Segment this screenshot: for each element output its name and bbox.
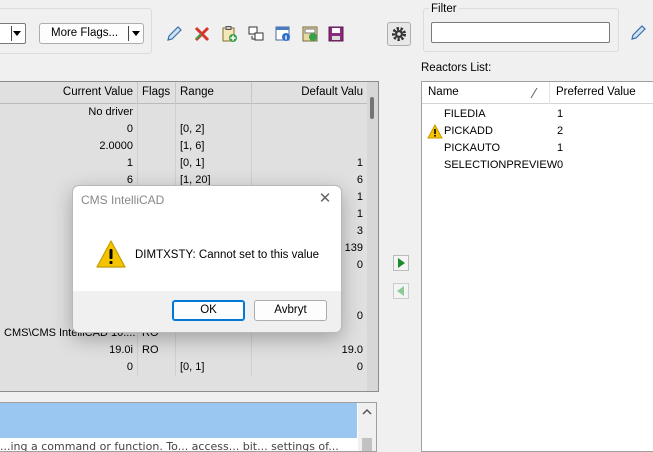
chevron-down-icon (132, 31, 140, 36)
play-right-icon (393, 255, 409, 271)
filter-input[interactable] (431, 22, 610, 43)
delete-icon[interactable] (191, 23, 213, 45)
chevron-up-icon[interactable] (358, 405, 376, 419)
cancel-button[interactable]: Avbryt (254, 300, 327, 321)
dialog-title: CMS IntelliCAD (81, 193, 165, 207)
reactor-preferred-value: 1 (557, 108, 564, 120)
save-icon[interactable] (325, 23, 347, 45)
description-highlight (0, 403, 357, 438)
scroll-thumb[interactable] (362, 438, 372, 451)
reactors-list[interactable]: Name Preferred Value FILEDIA 1 PICKADD 2 PIC… (421, 81, 653, 452)
column-name[interactable]: Name (422, 82, 550, 104)
reactor-preferred-value: 2 (557, 125, 564, 137)
dialog-footer: OK Avbryt (73, 291, 341, 332)
gear-icon (392, 27, 406, 41)
add-reactor-button[interactable] (391, 253, 411, 273)
column-preferred-value[interactable]: Preferred Value (550, 82, 653, 104)
clipboard-add-icon[interactable] (218, 23, 240, 45)
warning-icon (427, 124, 443, 139)
reactors-header: Name Preferred Value (422, 82, 653, 104)
description-panel: ...ing a command or function. To... acce… (0, 402, 377, 452)
reactor-name: PICKAUTO (444, 142, 501, 154)
ok-button[interactable]: OK (172, 300, 245, 321)
reactor-name: SELECTIONPREVIEW (444, 159, 558, 171)
description-scrollbar[interactable] (358, 403, 376, 451)
description-text: ...ing a command or function. To... acce… (0, 440, 339, 452)
more-flags-label: More Flags... (51, 27, 119, 39)
list-item[interactable]: SELECTIONPREVIEW 0 (422, 157, 653, 174)
open-folder-icon[interactable] (299, 23, 321, 45)
close-icon[interactable]: ✕ (317, 190, 333, 206)
edit-icon[interactable] (163, 23, 185, 45)
message-dialog: CMS IntelliCAD ✕ DIMTXSTY: Cannot set to… (72, 185, 342, 333)
play-left-icon (393, 283, 409, 299)
reactor-preferred-value: 1 (557, 142, 564, 154)
properties-icon[interactable] (272, 23, 294, 45)
edit-filter-icon[interactable] (627, 22, 649, 44)
variable-combo[interactable] (0, 23, 26, 44)
column-name-label: Name (428, 86, 459, 98)
warning-icon (96, 240, 126, 268)
reactor-name: FILEDIA (444, 108, 486, 120)
reactor-name: PICKADD (444, 125, 493, 137)
reactors-list-label: Reactors List: (421, 62, 492, 74)
list-item[interactable]: PICKAUTO 1 (422, 140, 653, 157)
more-flags-button[interactable]: More Flags... (39, 23, 144, 44)
settings-button[interactable] (387, 22, 411, 46)
filter-label: Filter (429, 3, 459, 15)
reactor-preferred-value: 0 (557, 159, 564, 171)
list-item[interactable]: FILEDIA 1 (422, 106, 653, 123)
list-item[interactable]: PICKADD 2 (422, 123, 653, 140)
remove-reactor-button[interactable] (391, 281, 411, 301)
copy-windows-icon[interactable] (245, 23, 267, 45)
sort-icon (530, 87, 538, 99)
dialog-message: DIMTXSTY: Cannot set to this value (135, 249, 320, 261)
chevron-down-icon (13, 31, 21, 36)
